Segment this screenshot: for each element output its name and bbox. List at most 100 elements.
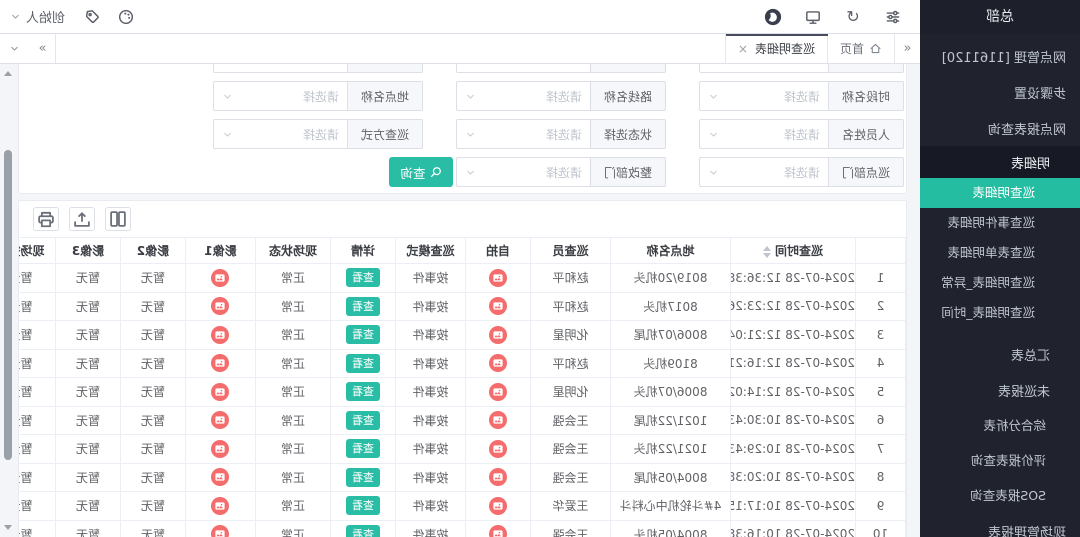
sidebar-item-6[interactable]: 巡查表单明细表 (920, 238, 1080, 268)
sidebar-item-9[interactable]: 汇总表 (920, 336, 1080, 372)
cell: 暂无 (121, 264, 186, 293)
chevron-down-icon (465, 129, 476, 140)
photo-thumbnail-icon[interactable] (212, 297, 230, 315)
sidebar-item-5[interactable]: 巡查事件明细表 (920, 208, 1080, 238)
sort-icon[interactable] (763, 246, 771, 258)
photo-thumbnail-icon[interactable] (489, 497, 507, 515)
filter-select[interactable]: 请选择 (699, 119, 829, 149)
sidebar-item-2[interactable]: 网点报表查询 (920, 110, 1080, 146)
filter-label: 时段名称 (829, 81, 904, 111)
col-header-1[interactable]: 巡查时间 (731, 238, 856, 264)
scroll-down-icon[interactable] (4, 523, 12, 531)
filter-lines-icon[interactable] (884, 8, 902, 26)
photo-thumbnail-icon[interactable] (489, 468, 507, 486)
filter-select[interactable]: 请选择 (699, 81, 829, 111)
moon-icon[interactable] (764, 8, 782, 26)
sidebar-item-4[interactable]: 巡查明细表 (920, 178, 1080, 208)
photo-thumbnail-icon[interactable] (212, 326, 230, 344)
view-button[interactable]: 查看 (346, 354, 380, 373)
search-button[interactable]: 查询 (389, 157, 453, 187)
photo-thumbnail-icon[interactable] (489, 411, 507, 429)
filter-select[interactable]: 请选择 (213, 81, 348, 111)
view-button[interactable]: 查看 (346, 325, 380, 344)
sidebar-item-12[interactable]: 评价报表查询 (920, 443, 1080, 478)
photo-thumbnail-icon[interactable] (489, 383, 507, 401)
tabbar: « 首页巡查明细表× » (0, 34, 920, 64)
cell: 赵和平 (531, 349, 611, 378)
cell: 化明星 (531, 378, 611, 407)
sidebar-item-0[interactable]: 网点管理 [1161120] (920, 38, 1080, 74)
sidebar-item-13[interactable]: SOS报表查询 (920, 478, 1080, 513)
view-button[interactable]: 查看 (346, 439, 380, 458)
user-menu[interactable]: 创始人 (10, 7, 65, 26)
printer-icon[interactable] (33, 207, 59, 231)
cell: 8006/07机尾 (611, 321, 731, 350)
photo-thumbnail-icon[interactable] (212, 525, 230, 537)
cell: 2024-07-28 12:23:26 (731, 292, 856, 321)
columns-icon[interactable] (105, 207, 131, 231)
filter-label: 地点名称 (348, 81, 423, 111)
view-button[interactable]: 查看 (346, 382, 380, 401)
scrollbar-thumb[interactable] (4, 150, 12, 460)
sidebar-item-8[interactable]: 巡查明细表_时间 (920, 298, 1080, 328)
placeholder: 请选择 (476, 88, 582, 105)
scroll-up-icon[interactable] (4, 70, 12, 78)
palette-icon[interactable] (117, 8, 135, 26)
view-button[interactable]: 查看 (346, 268, 380, 287)
detail-cell: 查看 (331, 292, 396, 321)
cell: 1021/22机尾 (611, 406, 731, 435)
tabs-scroll-left[interactable]: « (894, 34, 920, 63)
sidebar-item-1[interactable]: 步骤设置 (920, 74, 1080, 110)
filter-select[interactable]: 请选择 (456, 119, 591, 149)
cell: 暂无 (56, 349, 121, 378)
photo-thumbnail-icon[interactable] (212, 440, 230, 458)
view-button[interactable]: 查看 (346, 496, 380, 515)
cell: 4#斗轮机中心料斗 (611, 492, 731, 521)
tabs-dropdown[interactable] (0, 34, 30, 63)
chevron-down-icon (222, 91, 233, 102)
view-button[interactable]: 查看 (346, 468, 380, 487)
view-button[interactable]: 查看 (346, 411, 380, 430)
filter-select[interactable]: 请选择 (699, 157, 829, 187)
filter-select[interactable] (456, 64, 591, 73)
photo-thumbnail-icon[interactable] (212, 354, 230, 372)
export-icon[interactable] (69, 207, 95, 231)
view-button[interactable]: 查看 (346, 525, 380, 537)
filter-field-1-1: 路线名称请选择 (456, 81, 666, 111)
photo-thumbnail-icon[interactable] (489, 354, 507, 372)
cell: 暂无 (18, 435, 56, 464)
filter-select[interactable] (213, 64, 348, 73)
sidebar-item-3[interactable]: 明细表 (920, 146, 1080, 178)
photo-thumbnail-icon[interactable] (212, 497, 230, 515)
filter-select[interactable]: 请选择 (456, 157, 591, 187)
sidebar-menu: 网点管理 [1161120]步骤设置网点报表查询明细表巡查明细表巡查事件明细表巡… (920, 38, 1080, 537)
tabs-scroll-right[interactable]: » (30, 34, 56, 63)
sidebar-item-10[interactable]: 未巡报表 (920, 372, 1080, 408)
photo-thumbnail-icon[interactable] (212, 269, 230, 287)
sidebar-item-14[interactable]: 现场管理报表 (920, 513, 1080, 537)
tag-icon[interactable] (83, 8, 101, 26)
sidebar-item-11[interactable]: 综合分析表 (920, 408, 1080, 443)
photo-thumbnail-icon[interactable] (489, 326, 507, 344)
cell: 王会强 (531, 520, 611, 537)
screen-icon[interactable] (804, 8, 822, 26)
photo-thumbnail-icon[interactable] (489, 525, 507, 537)
tab-current[interactable]: 巡查明细表× (725, 34, 827, 63)
filter-select[interactable]: 请选择 (456, 81, 591, 111)
filter-select[interactable]: 请选择 (213, 119, 348, 149)
cell: 赵和平 (531, 264, 611, 293)
photo-thumbnail-icon[interactable] (212, 383, 230, 401)
filter-label (591, 64, 666, 73)
photo-thumbnail-icon[interactable] (489, 297, 507, 315)
photo-thumbnail-icon[interactable] (489, 440, 507, 458)
photo-thumbnail-icon[interactable] (212, 411, 230, 429)
view-button[interactable]: 查看 (346, 297, 380, 316)
filter-select[interactable] (699, 64, 829, 73)
photo-thumbnail-icon[interactable] (489, 269, 507, 287)
cell: 2024-07-28 12:36:38 (731, 264, 856, 293)
tab-home[interactable]: 首页 (827, 34, 894, 63)
close-icon[interactable]: × (738, 43, 748, 55)
sidebar-item-7[interactable]: 巡查明细表_异常 (920, 268, 1080, 298)
photo-thumbnail-icon[interactable] (212, 468, 230, 486)
refresh-icon[interactable]: ↺ (844, 8, 862, 26)
